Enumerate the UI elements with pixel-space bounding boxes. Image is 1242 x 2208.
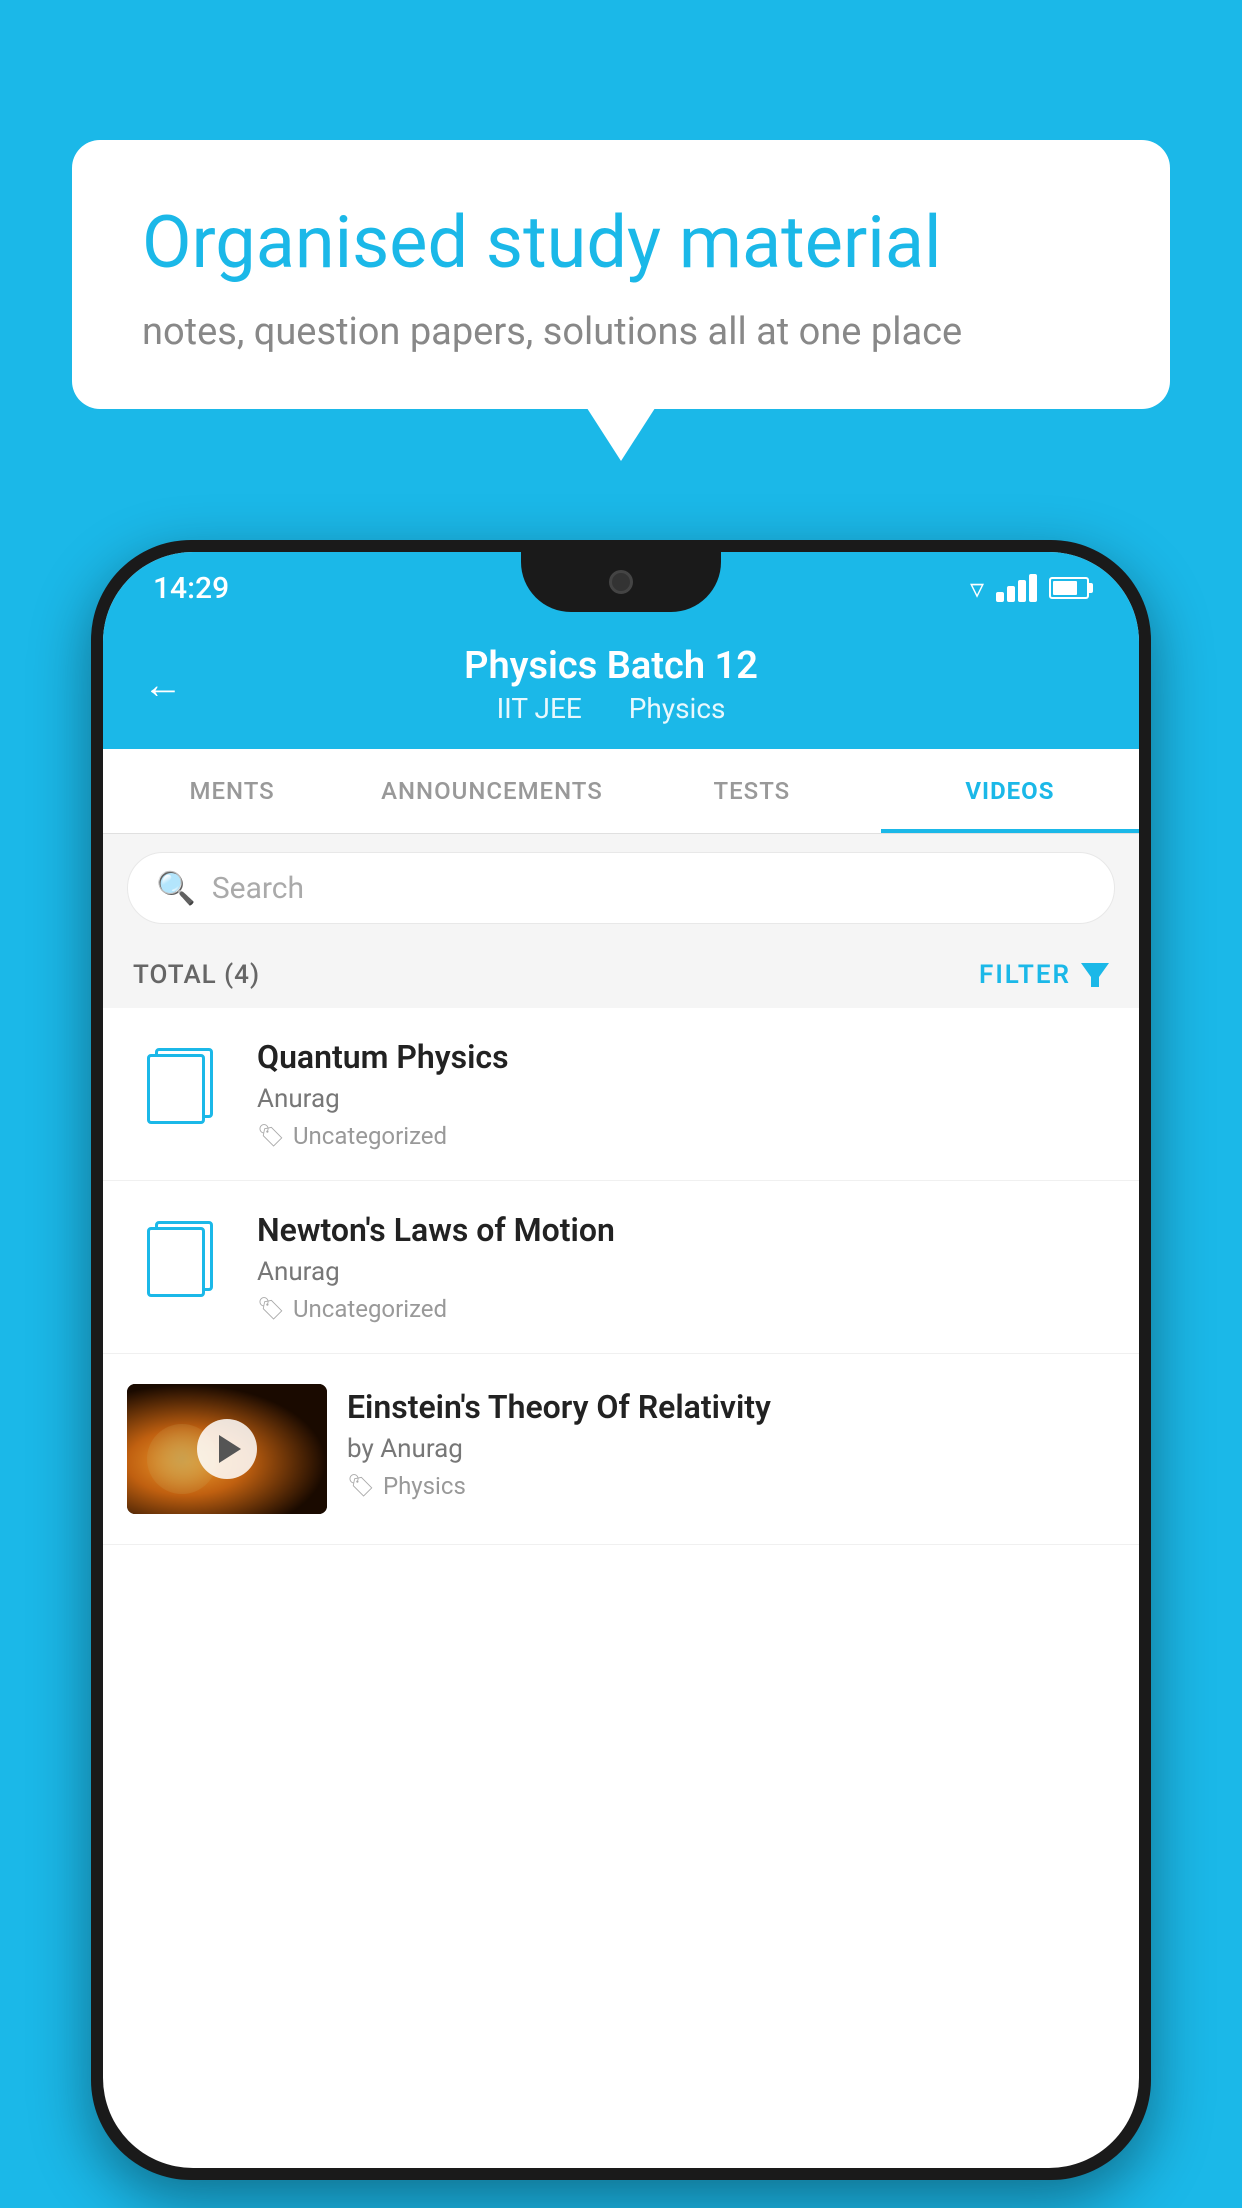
signal-icon <box>996 574 1037 602</box>
filter-button[interactable]: FILTER <box>979 960 1109 990</box>
header-title: Physics Batch 12 <box>213 644 1009 688</box>
video-info: Einstein's Theory Of Relativity by Anura… <box>347 1384 1115 1500</box>
doc-page2 <box>147 1054 205 1124</box>
speech-bubble: Organised study material notes, question… <box>72 140 1170 409</box>
video-info: Newton's Laws of Motion Anurag 🏷 Uncateg… <box>257 1211 1115 1323</box>
header-subtitle: IIT JEE Physics <box>213 692 1009 725</box>
speech-bubble-subtext: notes, question papers, solutions all at… <box>142 310 1100 354</box>
list-item[interactable]: Newton's Laws of Motion Anurag 🏷 Uncateg… <box>103 1181 1139 1354</box>
video-title: Einstein's Theory Of Relativity <box>347 1388 1115 1426</box>
header-subtitle-part1: IIT JEE <box>497 692 582 725</box>
phone-notch <box>521 552 721 612</box>
header-subtitle-part2: Physics <box>629 692 726 725</box>
filter-bar: TOTAL (4) FILTER <box>103 942 1139 1008</box>
tab-announcements[interactable]: ANNOUNCEMENTS <box>361 749 623 833</box>
video-info: Quantum Physics Anurag 🏷 Uncategorized <box>257 1038 1115 1150</box>
tag-icon: 🏷 <box>257 1124 285 1149</box>
video-tag: 🏷 Uncategorized <box>257 1295 1115 1323</box>
document-icon <box>147 1044 217 1126</box>
video-author: Anurag <box>257 1257 1115 1287</box>
search-container: 🔍 Search <box>103 834 1139 942</box>
tab-ments[interactable]: MENTS <box>103 749 361 833</box>
tabs-bar: MENTS ANNOUNCEMENTS TESTS VIDEOS <box>103 749 1139 834</box>
list-item[interactable]: Einstein's Theory Of Relativity by Anura… <box>103 1354 1139 1545</box>
back-button[interactable]: ← <box>143 661 183 708</box>
tab-videos[interactable]: VIDEOS <box>881 749 1139 833</box>
play-button[interactable] <box>197 1419 257 1479</box>
phone-screen: 14:29 ▿ ← Physics Batch <box>103 552 1139 2168</box>
video-title: Newton's Laws of Motion <box>257 1211 1115 1249</box>
video-list: Quantum Physics Anurag 🏷 Uncategorized <box>103 1008 1139 1545</box>
total-count: TOTAL (4) <box>133 960 260 990</box>
status-icons: ▿ <box>970 572 1089 605</box>
tag-label: Uncategorized <box>293 1295 447 1323</box>
search-bar[interactable]: 🔍 Search <box>127 852 1115 924</box>
front-camera <box>609 570 633 594</box>
filter-label: FILTER <box>979 960 1071 990</box>
phone-frame: 14:29 ▿ ← Physics Batch <box>91 540 1151 2180</box>
battery-icon <box>1049 577 1089 599</box>
video-icon-area <box>127 1038 237 1126</box>
video-thumbnail <box>127 1384 327 1514</box>
speech-bubble-container: Organised study material notes, question… <box>72 140 1170 409</box>
search-placeholder: Search <box>212 871 304 906</box>
tag-icon: 🏷 <box>257 1297 285 1322</box>
app-header: ← Physics Batch 12 IIT JEE Physics <box>103 624 1139 749</box>
search-icon: 🔍 <box>156 869 196 907</box>
tab-tests[interactable]: TESTS <box>623 749 881 833</box>
doc-page2 <box>147 1227 205 1297</box>
speech-bubble-heading: Organised study material <box>142 200 1100 286</box>
battery-fill <box>1053 581 1077 595</box>
filter-icon <box>1081 963 1109 987</box>
wifi-icon: ▿ <box>970 572 984 605</box>
tag-label: Uncategorized <box>293 1122 447 1150</box>
video-tag: 🏷 Physics <box>347 1472 1115 1500</box>
video-title: Quantum Physics <box>257 1038 1115 1076</box>
status-time: 14:29 <box>153 571 229 606</box>
video-tag: 🏷 Uncategorized <box>257 1122 1115 1150</box>
play-triangle-icon <box>219 1435 241 1463</box>
video-author: by Anurag <box>347 1434 1115 1464</box>
video-author: Anurag <box>257 1084 1115 1114</box>
header-title-area: Physics Batch 12 IIT JEE Physics <box>213 644 1009 725</box>
list-item[interactable]: Quantum Physics Anurag 🏷 Uncategorized <box>103 1008 1139 1181</box>
document-icon <box>147 1217 217 1299</box>
video-icon-area <box>127 1211 237 1299</box>
tag-label: Physics <box>383 1472 466 1500</box>
tag-icon: 🏷 <box>347 1474 375 1499</box>
